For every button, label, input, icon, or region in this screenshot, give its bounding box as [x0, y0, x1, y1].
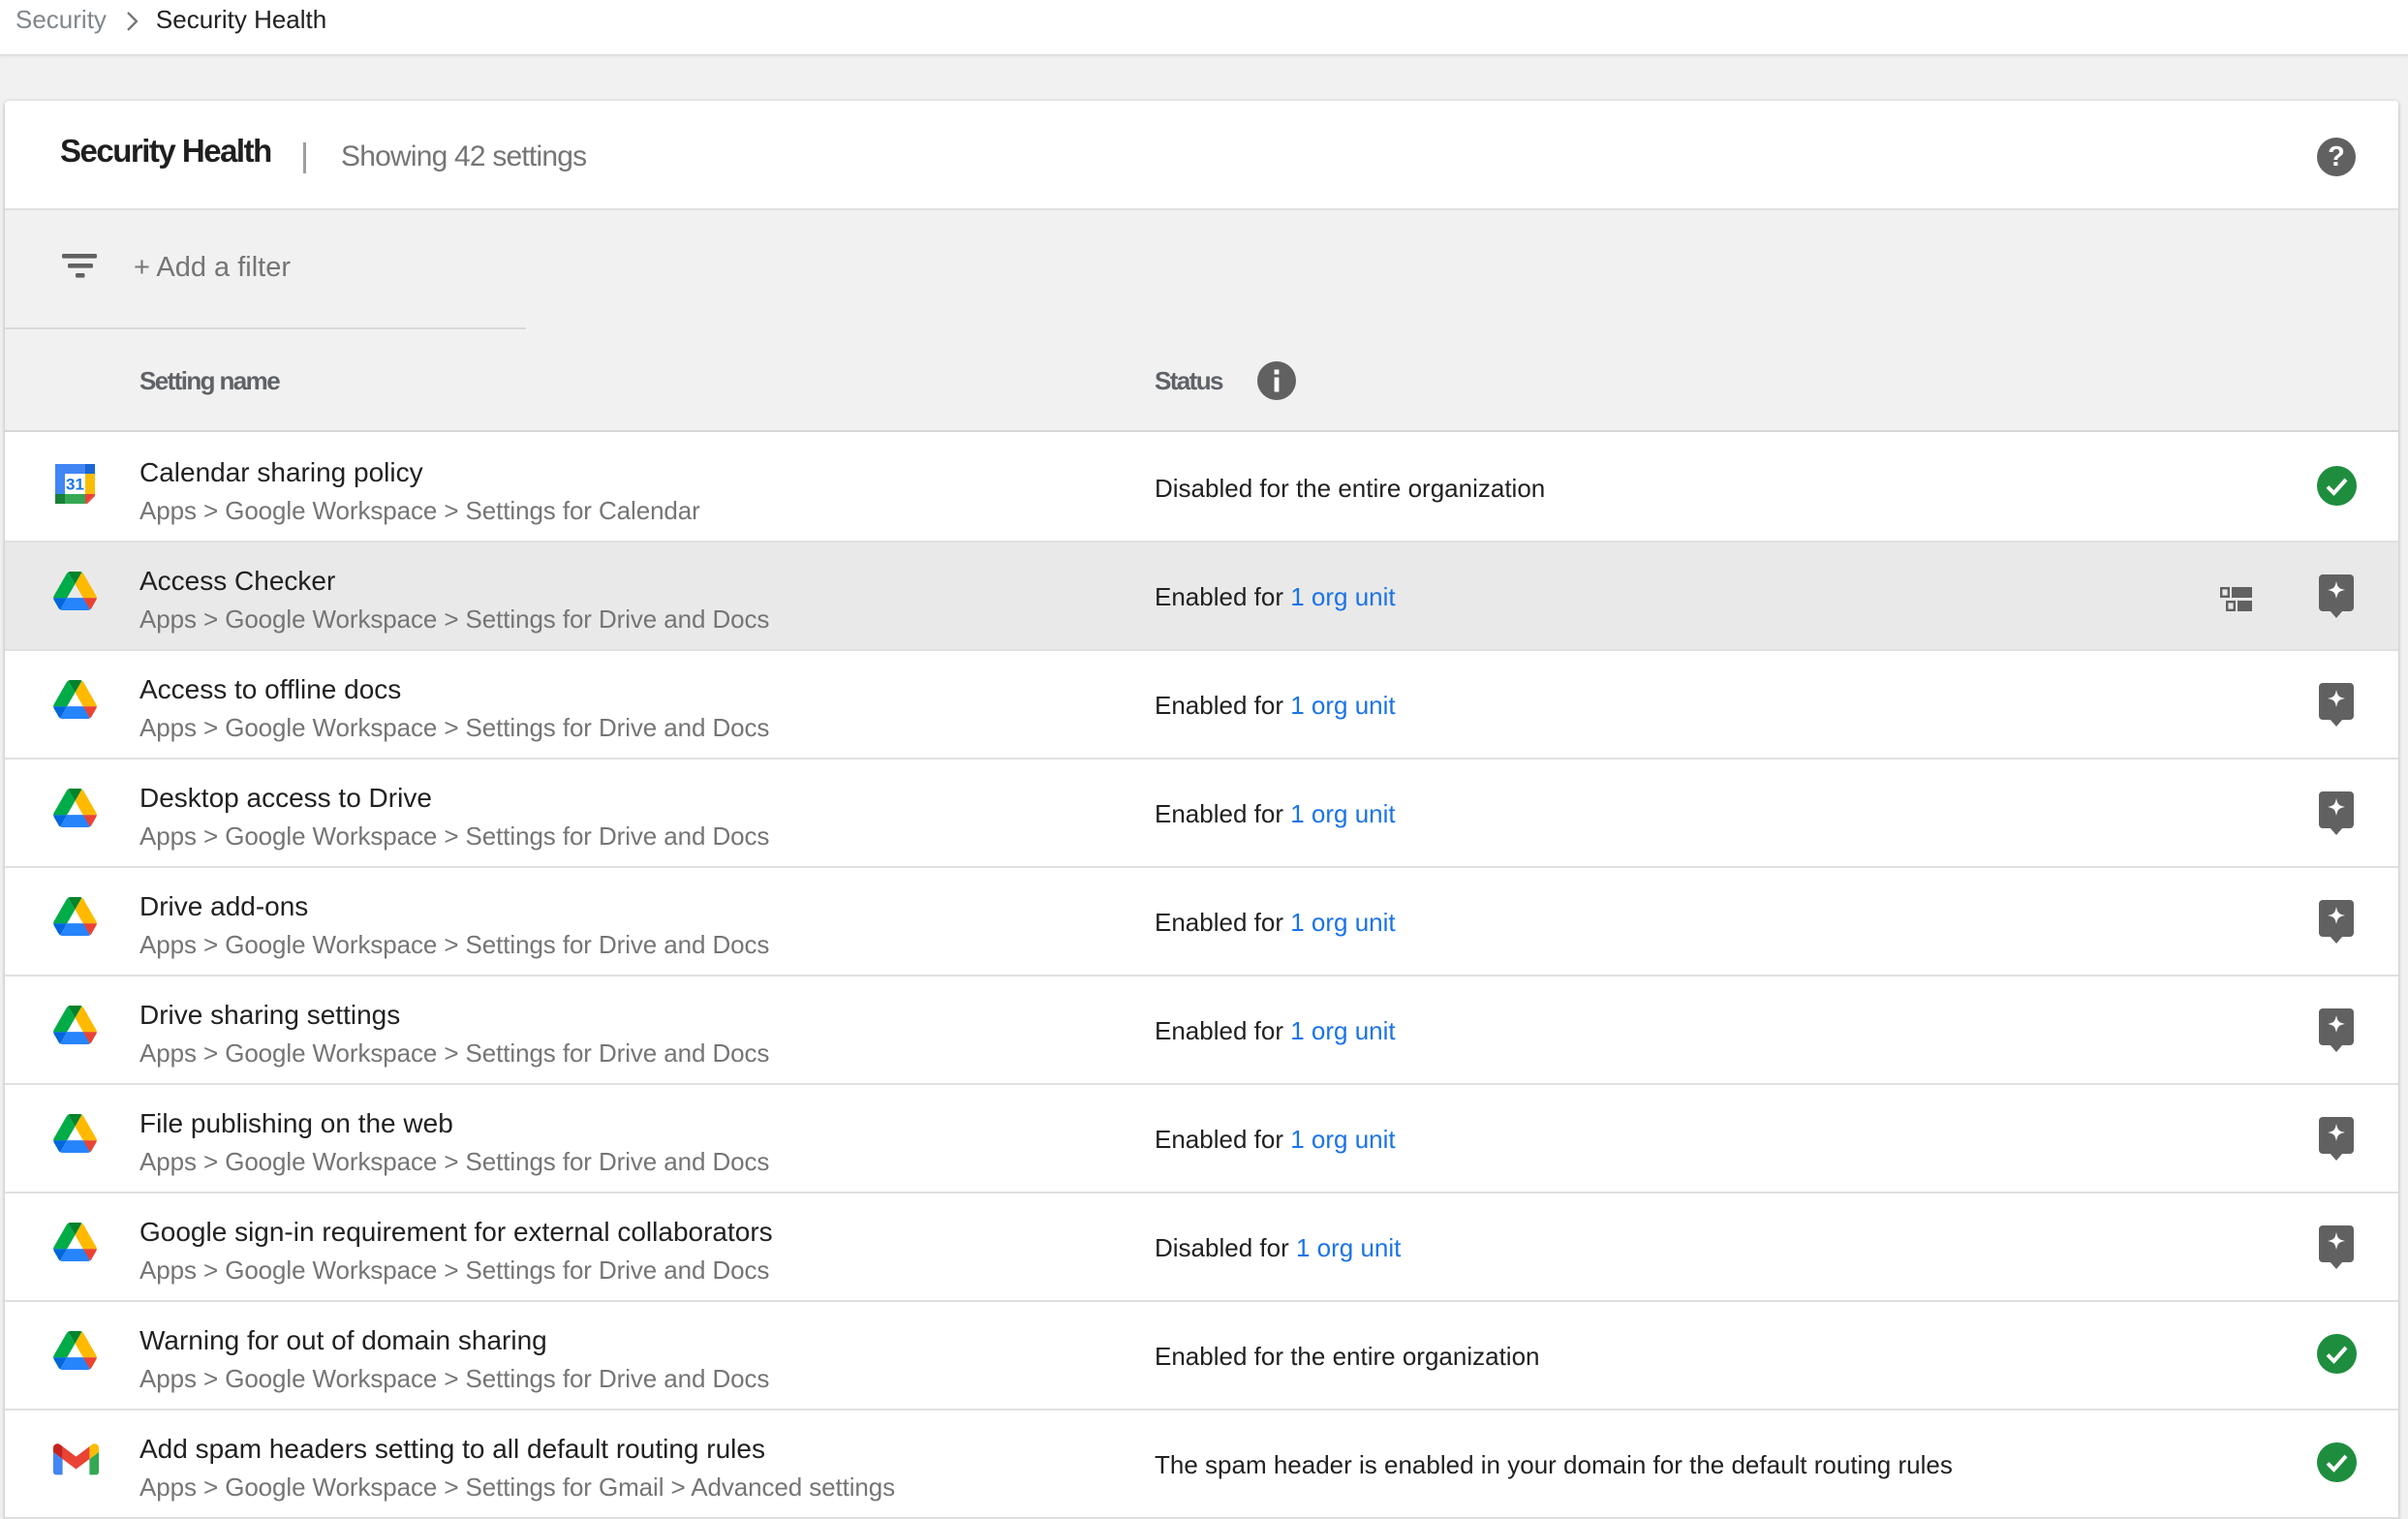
svg-text:31: 31 — [66, 476, 84, 494]
